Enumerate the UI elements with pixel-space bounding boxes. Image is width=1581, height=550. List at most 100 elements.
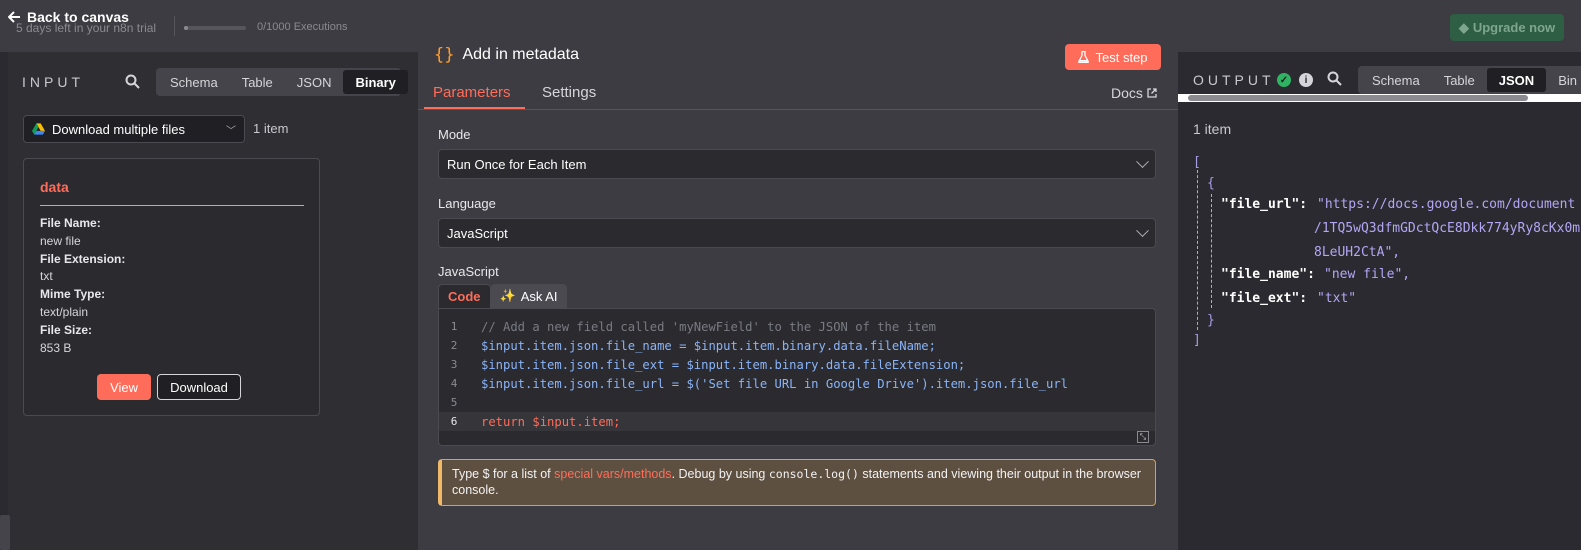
file-extension-value: txt <box>40 269 53 284</box>
code-hint-callout: Type $ for a list of special vars/method… <box>438 459 1156 506</box>
hint-text: . Debug by using <box>671 467 769 481</box>
tab-ask-ai-label: Ask AI <box>520 288 558 304</box>
line-number: 5 <box>450 396 458 409</box>
json-key[interactable]: "file_url": <box>1221 197 1307 212</box>
mode-label: Mode <box>438 127 471 142</box>
output-title: OUTPUT <box>1193 72 1275 88</box>
divider <box>174 16 175 36</box>
arrow-left-icon <box>8 11 20 23</box>
google-drive-icon <box>32 123 45 135</box>
language-label: Language <box>438 196 496 211</box>
back-to-canvas-label: Back to canvas <box>27 9 129 25</box>
code-line[interactable]: 3 $input.item.json.file_ext = $input.item… <box>439 355 1155 374</box>
output-item-count: 1 item <box>1193 121 1232 137</box>
chevron-down-icon <box>1136 154 1149 168</box>
file-name-value: new file <box>40 233 81 248</box>
test-step-button[interactable]: Test step <box>1065 44 1161 70</box>
binary-file-details: File Name: new file File Extension: txt … <box>40 215 125 357</box>
json-brace: { <box>1207 176 1215 191</box>
chevron-down-icon: ﹀ <box>226 125 236 137</box>
info-icon[interactable]: i <box>1299 73 1313 87</box>
tab-code[interactable]: Code <box>438 284 491 308</box>
tab-settings[interactable]: Settings <box>542 84 596 101</box>
json-value[interactable]: 8LeUH2CtA", <box>1314 245 1400 260</box>
code-text: return $input.item; <box>481 414 621 429</box>
json-value[interactable]: "new file", <box>1324 267 1410 282</box>
line-number: 4 <box>450 377 458 390</box>
node-title[interactable]: Add in metadata <box>462 46 579 64</box>
json-value[interactable]: "txt" <box>1317 291 1356 306</box>
json-value[interactable]: /1TQ5wQ3dfmGDctQcE8Dkk774yRy8cKx0m <box>1314 221 1580 236</box>
code-text: // Add a new field called 'myNewField' t… <box>481 319 936 334</box>
node-tabs: Parameters Settings <box>418 84 1178 110</box>
executions-count: 0/1000 Executions <box>257 21 348 33</box>
docs-link[interactable]: Docs <box>1111 85 1157 101</box>
mime-type-label: Mime Type: <box>40 287 106 302</box>
code-line[interactable]: 1 // Add a new field called 'myNewField' … <box>439 317 1155 336</box>
search-icon[interactable] <box>125 74 140 89</box>
line-number: 6 <box>450 415 458 428</box>
input-panel: INPUT Schema Table JSON Binary Download … <box>8 52 418 550</box>
back-to-canvas-button[interactable]: Back to canvas <box>8 9 129 25</box>
horizontal-scrollbar[interactable] <box>1178 94 1581 102</box>
hint-text: Type $ for a list of <box>452 467 555 481</box>
input-tab-binary[interactable]: Binary <box>343 70 408 94</box>
chevron-down-icon <box>1136 223 1149 237</box>
view-button[interactable]: View <box>97 374 151 400</box>
executions-progress-bar <box>184 26 246 30</box>
code-editor[interactable]: 1 // Add a new field called 'myNewField' … <box>438 308 1156 446</box>
line-number: 2 <box>450 339 458 352</box>
node-settings-panel: {} Add in metadata Test step Parameters … <box>418 28 1178 550</box>
code-line[interactable]: 6 return $input.item; <box>439 412 1155 431</box>
output-tab-json[interactable]: JSON <box>1486 68 1547 92</box>
output-tab-binary[interactable]: Bin <box>1546 68 1581 92</box>
mode-select[interactable]: Run Once for Each Item <box>438 149 1156 179</box>
docs-label: Docs <box>1111 85 1143 101</box>
code-braces-icon: {} <box>434 45 455 65</box>
flask-icon <box>1078 51 1090 63</box>
search-icon[interactable] <box>1327 71 1342 86</box>
code-line[interactable]: 5 <box>439 393 1155 412</box>
scrollbar[interactable] <box>0 515 10 550</box>
input-node-label: Download multiple files <box>52 121 185 137</box>
expand-editor-icon[interactable]: ⤡ <box>1137 431 1149 443</box>
language-select[interactable]: JavaScript <box>438 218 1156 248</box>
success-check-icon: ✓ <box>1277 73 1291 87</box>
file-size-value: 853 B <box>40 340 72 355</box>
code-editor-tabs: Code ✨ Ask AI <box>438 284 567 308</box>
json-key[interactable]: "file_name": <box>1221 267 1315 282</box>
sparkles-icon: ✨ <box>499 288 516 303</box>
input-item-count: 1 item <box>253 121 289 136</box>
mode-value: Run Once for Each Item <box>447 156 587 172</box>
divider <box>40 205 304 206</box>
language-value: JavaScript <box>447 225 508 241</box>
code-line[interactable]: 2 $input.item.json.file_name = $input.ite… <box>439 336 1155 355</box>
json-bracket: [ <box>1193 155 1201 170</box>
code-text: $input.item.json.file_ext = $input.item.… <box>481 357 966 372</box>
tab-ask-ai[interactable]: ✨ Ask AI <box>490 284 567 308</box>
upgrade-button[interactable]: ◆ Upgrade now <box>1450 14 1564 41</box>
code-text: $input.item.json.file_name = $input.item… <box>481 338 936 353</box>
line-number: 3 <box>450 358 458 371</box>
output-view-switcher: Schema Table JSON Bin <box>1358 66 1581 94</box>
line-number: 1 <box>450 320 458 333</box>
download-button[interactable]: Download <box>157 374 241 400</box>
indent-guide <box>1211 194 1212 308</box>
input-tab-json[interactable]: JSON <box>285 70 344 94</box>
gem-icon: ◆ <box>1458 19 1469 35</box>
special-vars-link[interactable]: special vars/methods <box>554 467 671 481</box>
input-title: INPUT <box>22 74 84 90</box>
binary-data-card: data File Name: new file File Extension:… <box>23 158 320 416</box>
tab-parameters[interactable]: Parameters <box>433 84 511 101</box>
output-tab-table[interactable]: Table <box>1432 68 1487 92</box>
input-tab-table[interactable]: Table <box>230 70 285 94</box>
json-bracket: ] <box>1193 333 1201 348</box>
input-tab-schema[interactable]: Schema <box>158 70 230 94</box>
node-header: {} Add in metadata <box>434 45 579 65</box>
output-tab-schema[interactable]: Schema <box>1360 68 1432 92</box>
code-line[interactable]: 4 $input.item.json.file_url = $('Set file… <box>439 374 1155 393</box>
file-extension-label: File Extension: <box>40 251 126 266</box>
input-node-select[interactable]: Download multiple files ﹀ <box>23 115 245 143</box>
json-value[interactable]: "https://docs.google.com/document <box>1317 197 1575 212</box>
json-key[interactable]: "file_ext": <box>1221 291 1307 306</box>
